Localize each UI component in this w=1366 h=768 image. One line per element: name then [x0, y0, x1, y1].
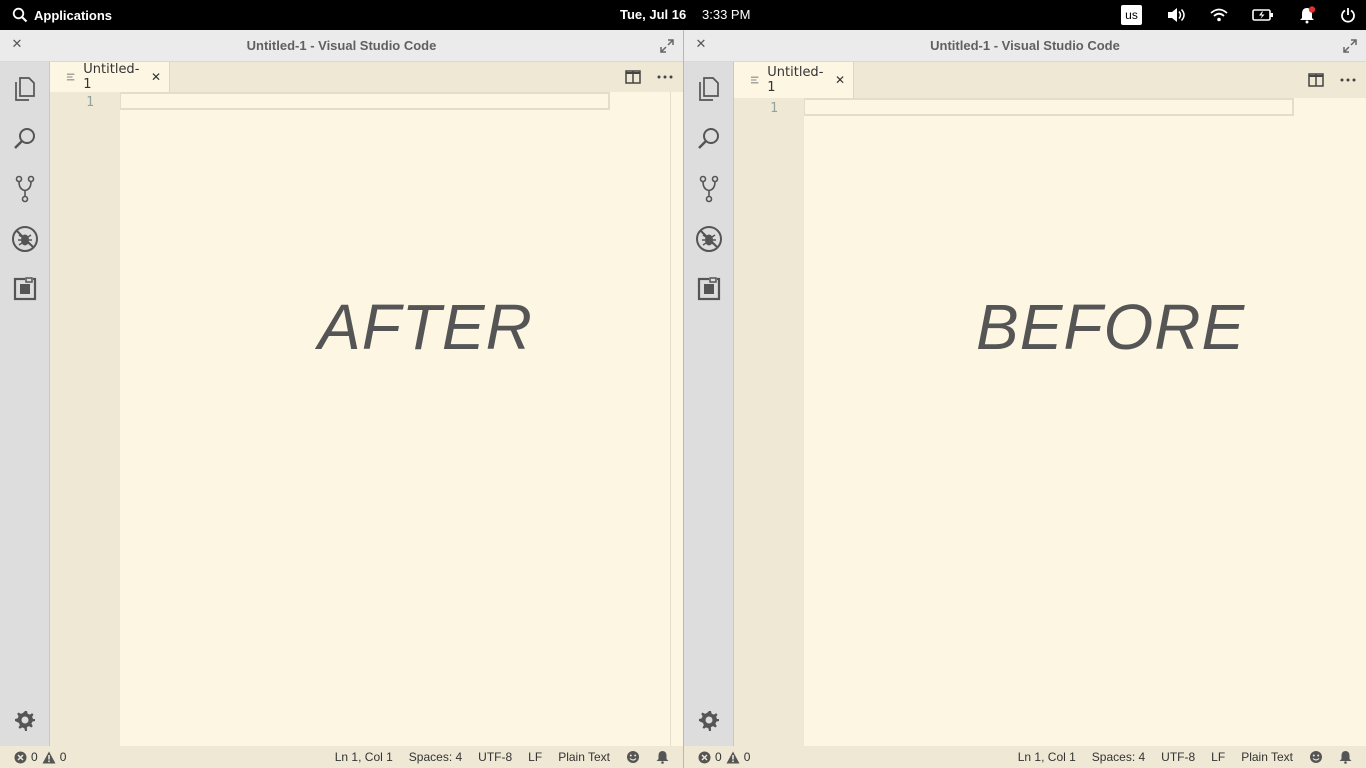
explorer-icon[interactable]	[10, 74, 40, 104]
applications-label: Applications	[34, 7, 113, 23]
editor-text-area[interactable]	[120, 92, 683, 746]
language-mode[interactable]: Plain Text	[1241, 750, 1293, 764]
activity-bar	[684, 62, 734, 746]
editor-tab-strip: Untitled-1 ✕	[50, 62, 683, 92]
search-icon	[12, 7, 28, 23]
extensions-icon[interactable]	[10, 274, 40, 304]
status-bar: 0 0 Ln 1, Col 1 Spaces: 4 UTF-8 LF Plain…	[0, 746, 683, 768]
notification-icon[interactable]	[1298, 6, 1316, 24]
wifi-icon[interactable]	[1210, 8, 1228, 22]
eol-setting[interactable]: LF	[528, 750, 542, 764]
warning-icon	[42, 751, 56, 763]
vscode-window-right: ✕ Untitled-1 - Visual Studio Code Untitl…	[683, 30, 1366, 768]
volume-icon[interactable]	[1166, 7, 1186, 23]
battery-icon[interactable]	[1252, 8, 1274, 22]
system-tray: us	[1121, 0, 1356, 30]
current-line-highlight	[804, 98, 1294, 116]
bell-icon[interactable]	[1339, 750, 1352, 764]
window-title: Untitled-1 - Visual Studio Code	[930, 38, 1120, 53]
more-actions-icon[interactable]	[657, 69, 673, 85]
close-icon[interactable]: ✕	[151, 70, 161, 84]
cursor-position[interactable]: Ln 1, Col 1	[1018, 750, 1076, 764]
clock-date[interactable]: Tue, Jul 16	[620, 0, 686, 30]
extensions-icon[interactable]	[694, 274, 724, 304]
eol-setting[interactable]: LF	[1211, 750, 1225, 764]
window-titlebar[interactable]: ✕ Untitled-1 - Visual Studio Code	[0, 30, 683, 62]
search-icon[interactable]	[10, 124, 40, 154]
search-icon[interactable]	[694, 124, 724, 154]
line-number-gutter: 1	[50, 92, 120, 746]
error-icon	[698, 751, 711, 763]
smiley-icon[interactable]	[626, 750, 640, 764]
line-number: 1	[770, 101, 778, 116]
warning-count: 0	[743, 750, 751, 764]
close-icon[interactable]: ✕	[835, 73, 845, 87]
maximize-icon[interactable]	[659, 38, 675, 54]
cursor-position[interactable]: Ln 1, Col 1	[335, 750, 393, 764]
system-top-bar: Applications Tue, Jul 16 3:33 PM us	[0, 0, 1366, 30]
bell-icon[interactable]	[656, 750, 669, 764]
gear-icon[interactable]	[12, 708, 38, 734]
encoding-setting[interactable]: UTF-8	[1161, 750, 1195, 764]
file-icon	[66, 73, 75, 81]
tab-label: Untitled-1	[767, 65, 824, 95]
power-icon[interactable]	[1340, 7, 1356, 23]
current-line-highlight	[120, 92, 610, 110]
indentation-setting[interactable]: Spaces: 4	[1092, 750, 1145, 764]
debug-icon[interactable]	[694, 224, 724, 254]
editor-tab-strip: Untitled-1 ✕	[734, 62, 1366, 98]
problems-indicator[interactable]: 0 0	[14, 746, 66, 768]
debug-icon[interactable]	[10, 224, 40, 254]
warning-icon	[726, 751, 740, 763]
smiley-icon[interactable]	[1309, 750, 1323, 764]
overlay-label-after: AFTER	[318, 291, 533, 363]
vertical-ruler	[670, 92, 671, 746]
split-editor-icon[interactable]	[625, 69, 641, 85]
maximize-icon[interactable]	[1342, 38, 1358, 54]
error-icon	[14, 751, 27, 763]
explorer-icon[interactable]	[694, 74, 724, 104]
tab-untitled-1[interactable]: Untitled-1 ✕	[734, 62, 854, 98]
editor-text-area[interactable]	[804, 98, 1366, 746]
source-control-icon[interactable]	[10, 174, 40, 204]
clock-time[interactable]: 3:33 PM	[702, 0, 750, 30]
tab-untitled-1[interactable]: Untitled-1 ✕	[50, 62, 170, 92]
error-count: 0	[715, 750, 722, 764]
file-icon	[750, 76, 759, 84]
line-number-gutter: 1	[734, 98, 804, 746]
window-titlebar[interactable]: ✕ Untitled-1 - Visual Studio Code	[684, 30, 1366, 62]
error-count: 0	[31, 750, 38, 764]
window-title: Untitled-1 - Visual Studio Code	[246, 38, 437, 53]
tab-label: Untitled-1	[83, 62, 140, 92]
encoding-setting[interactable]: UTF-8	[478, 750, 512, 764]
applications-menu[interactable]: Applications	[12, 0, 112, 30]
language-mode[interactable]: Plain Text	[558, 750, 610, 764]
vscode-window-left: ✕ Untitled-1 - Visual Studio Code Untitl…	[0, 30, 683, 768]
more-actions-icon[interactable]	[1340, 72, 1356, 88]
activity-bar	[0, 62, 50, 746]
problems-indicator[interactable]: 0 0	[698, 746, 750, 768]
keyboard-layout-indicator[interactable]: us	[1121, 5, 1142, 25]
split-editor-icon[interactable]	[1308, 72, 1324, 88]
source-control-icon[interactable]	[694, 174, 724, 204]
indentation-setting[interactable]: Spaces: 4	[409, 750, 462, 764]
overlay-label-before: BEFORE	[976, 291, 1246, 363]
status-bar: 0 0 Ln 1, Col 1 Spaces: 4 UTF-8 LF Plain…	[684, 746, 1366, 768]
gear-icon[interactable]	[696, 708, 722, 734]
line-number: 1	[86, 95, 94, 110]
warning-count: 0	[59, 750, 67, 764]
